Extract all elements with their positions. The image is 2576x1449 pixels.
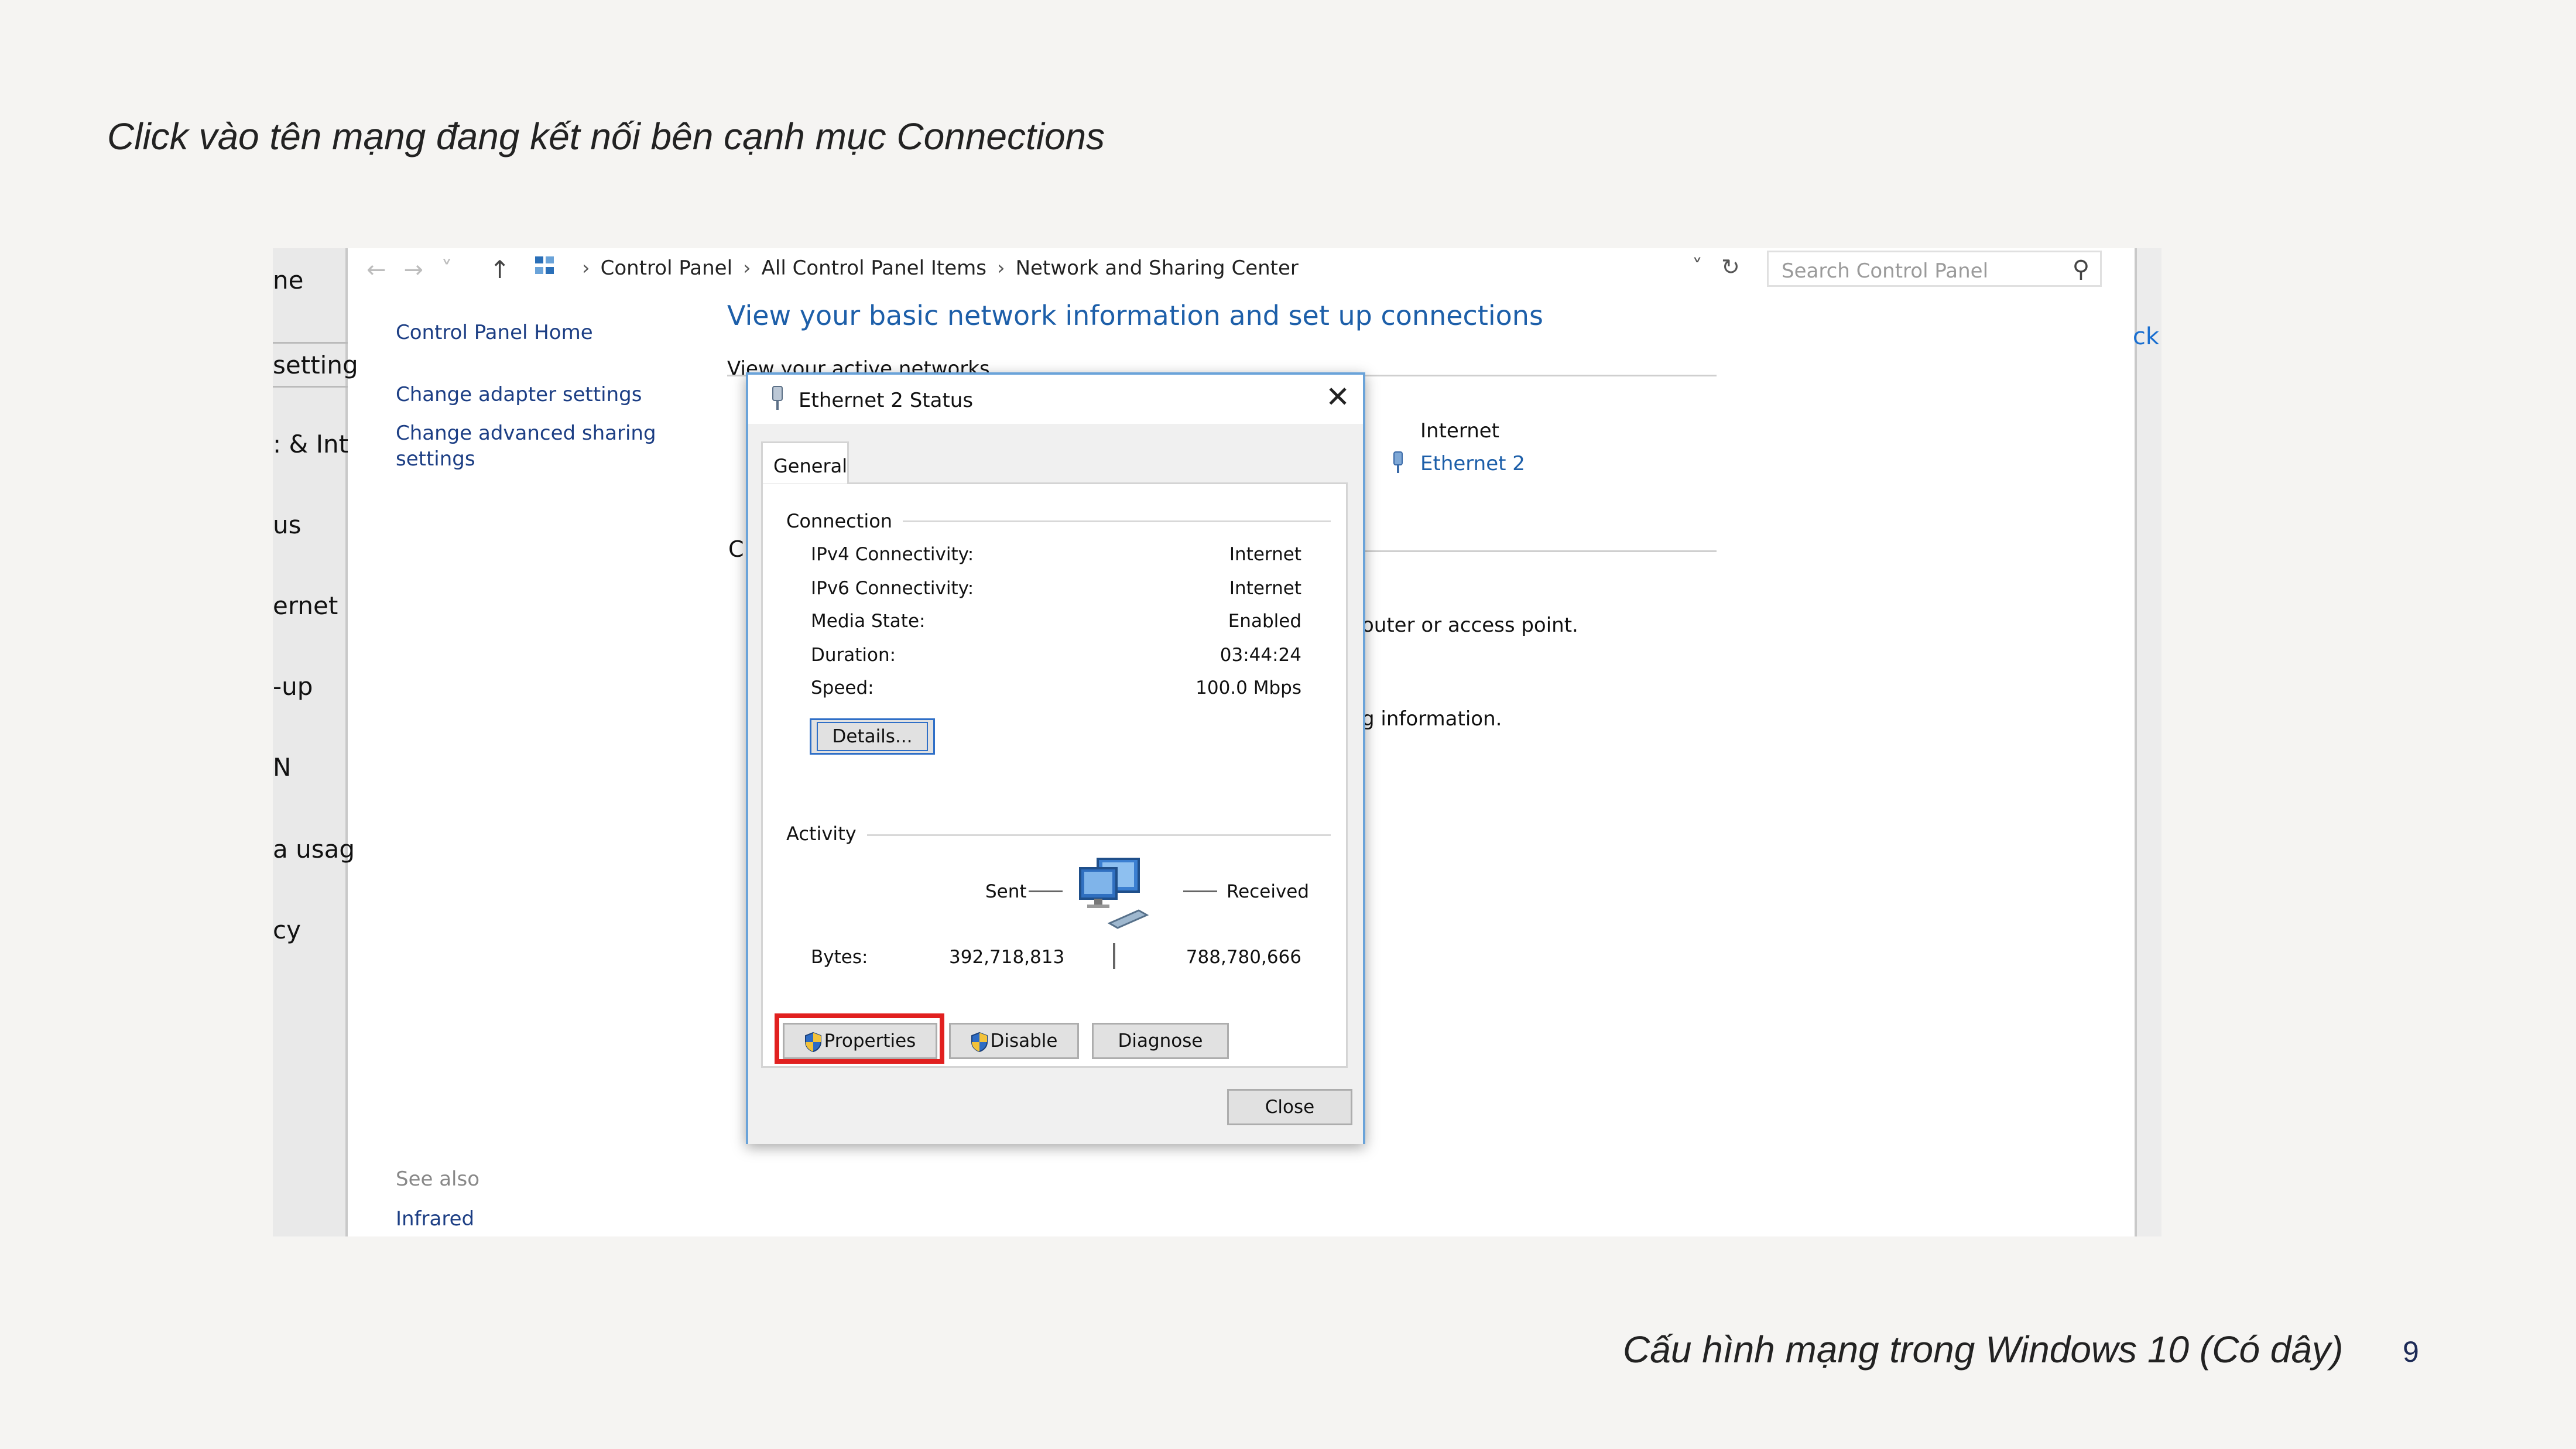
infrared-link[interactable]: Infrared xyxy=(396,1206,474,1232)
slide-title: Click vào tên mạng đang kết nối bên cạnh… xyxy=(107,115,1105,157)
highlight-box xyxy=(775,1013,944,1064)
change-advanced-sharing-link[interactable]: Change advanced sharing settings xyxy=(396,420,656,472)
control-panel-icon xyxy=(535,256,554,274)
link-line: settings xyxy=(396,447,475,471)
disable-button[interactable]: Disable xyxy=(949,1023,1079,1059)
activity-group-label: Activity xyxy=(786,823,867,845)
close-button[interactable]: Close xyxy=(1227,1089,1352,1125)
close-icon[interactable]: ✕ xyxy=(1325,381,1350,413)
bytes-sent-value: 392,718,813 xyxy=(949,947,1065,968)
connection-group-label: Connection xyxy=(786,510,903,532)
sent-label: Sent xyxy=(985,881,1027,902)
partial-text: outer or access point. xyxy=(1362,614,1578,637)
right-scroll-strip[interactable] xyxy=(2135,248,2161,1236)
access-type-value: Internet xyxy=(1420,419,1500,443)
tab-panel: Connection IPv4 Connectivity: Internet I… xyxy=(761,482,1348,1068)
diagnose-button[interactable]: Diagnose xyxy=(1092,1023,1229,1059)
ethernet-icon xyxy=(1393,451,1403,473)
right-partial-link[interactable]: ck xyxy=(2133,323,2159,350)
breadcrumb-item[interactable]: Control Panel xyxy=(601,256,732,280)
control-panel-home-link[interactable]: Control Panel Home xyxy=(396,320,593,345)
activity-divider xyxy=(1113,943,1115,969)
duration-value: 03:44:24 xyxy=(1220,645,1301,666)
slide-footer: Cấu hình mạng trong Windows 10 (Có dây) xyxy=(1623,1328,2344,1371)
breadcrumb-item[interactable]: Network and Sharing Center xyxy=(1016,256,1299,280)
ethernet-icon xyxy=(772,386,783,410)
ipv4-value: Internet xyxy=(1229,544,1301,565)
search-icon[interactable]: ⚲ xyxy=(2073,256,2089,283)
ipv6-value: Internet xyxy=(1229,578,1301,599)
media-state-label: Media State: xyxy=(811,611,926,632)
ethernet-status-dialog: Ethernet 2 Status ✕ General Connection I… xyxy=(746,372,1365,1144)
breadcrumb: › Control Panel › All Control Panel Items › N… xyxy=(582,256,1299,280)
details-button[interactable]: Details... xyxy=(810,718,935,755)
left-strip-search[interactable]: setting xyxy=(273,342,358,388)
dialog-body: General Connection IPv4 Connectivity: In… xyxy=(748,424,1363,1144)
page-heading: View your basic network information and … xyxy=(727,300,1543,331)
bytes-label: Bytes: xyxy=(811,947,868,968)
back-forward-icon[interactable]: ←→˅ xyxy=(366,256,470,283)
dialog-title: Ethernet 2 Status xyxy=(799,389,974,412)
history-dropdown-icon[interactable]: ˅ xyxy=(1692,255,1703,279)
partial-text: g information. xyxy=(1362,707,1502,731)
ethernet-connection-link[interactable]: Ethernet 2 xyxy=(1420,452,1525,475)
duration-label: Duration: xyxy=(811,645,896,666)
refresh-icon[interactable]: ↻ xyxy=(1721,254,1740,280)
breadcrumb-item[interactable]: All Control Panel Items xyxy=(762,256,986,280)
left-strip-item: ne xyxy=(273,266,304,294)
left-strip-item[interactable]: ernet xyxy=(273,591,338,620)
left-strip-item[interactable]: a usag xyxy=(273,835,355,864)
screenshot-frame: ne setting : & Int us ernet -up N a usag… xyxy=(273,248,2161,1236)
left-strip-item[interactable]: us xyxy=(273,511,302,539)
uac-shield-icon xyxy=(971,1032,988,1052)
left-strip-item[interactable]: -up xyxy=(273,672,313,701)
received-label: Received xyxy=(1227,881,1310,902)
tab-general[interactable]: General xyxy=(761,441,849,484)
left-sidebar-strip: ne setting : & Int us ernet -up N a usag… xyxy=(273,248,358,1236)
up-arrow-icon[interactable]: ↑ xyxy=(489,255,510,284)
ipv6-label: IPv6 Connectivity: xyxy=(811,578,974,599)
left-strip-item[interactable]: : & Int xyxy=(273,430,348,458)
ipv4-label: IPv4 Connectivity: xyxy=(811,544,974,565)
link-line: Change advanced sharing xyxy=(396,422,656,445)
bytes-received-value: 788,780,666 xyxy=(1186,947,1301,968)
received-line xyxy=(1183,890,1217,892)
network-computers-icon xyxy=(1079,858,1149,929)
change-adapter-settings-link[interactable]: Change adapter settings xyxy=(396,382,642,407)
search-input[interactable]: Search Control Panel ⚲ xyxy=(1767,251,2102,287)
see-also-label: See also xyxy=(396,1167,480,1191)
page-number: 9 xyxy=(2403,1335,2419,1368)
speed-label: Speed: xyxy=(811,677,874,698)
media-state-value: Enabled xyxy=(1228,611,1301,632)
speed-value: 100.0 Mbps xyxy=(1195,677,1301,698)
left-strip-item[interactable]: N xyxy=(273,753,291,782)
left-strip-item[interactable]: cy xyxy=(273,916,301,944)
group-divider xyxy=(786,834,1331,836)
sent-line xyxy=(1029,890,1063,892)
divider xyxy=(1362,550,1717,552)
